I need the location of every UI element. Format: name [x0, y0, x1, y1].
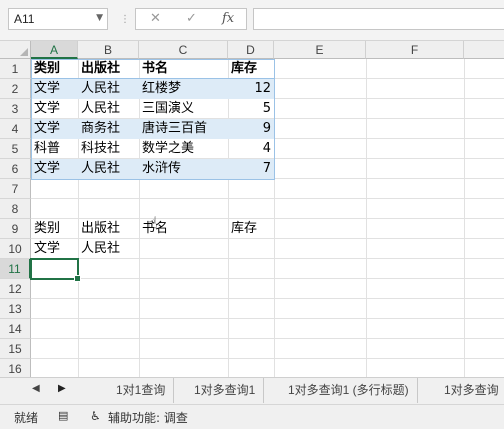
- macro-record-icon[interactable]: ▤: [58, 409, 68, 422]
- table-cell[interactable]: 人民社: [78, 159, 139, 179]
- row-header[interactable]: 11: [0, 259, 31, 279]
- row-header[interactable]: 15: [0, 339, 31, 359]
- column-header-b[interactable]: B: [78, 41, 139, 59]
- sheet-tab[interactable]: 1对1查询: [108, 378, 175, 403]
- table-cell[interactable]: 唐诗三百首: [139, 119, 228, 139]
- status-bar: 就绪 ▤ ♿ 辅助功能: 调查: [0, 404, 504, 429]
- insert-function-icon[interactable]: fx: [222, 11, 234, 26]
- table-cell[interactable]: 红楼梦: [139, 79, 228, 99]
- chevron-down-icon[interactable]: ▼: [96, 13, 103, 23]
- criteria-header-cell[interactable]: 类别: [31, 219, 78, 239]
- cancel-icon[interactable]: ✕: [150, 11, 161, 26]
- drag-handle-icon[interactable]: ⋮: [120, 14, 130, 25]
- row-header[interactable]: 9: [0, 219, 31, 239]
- row-header[interactable]: 8: [0, 199, 31, 219]
- name-box[interactable]: A11 ▼: [8, 8, 108, 30]
- table-cell[interactable]: 文学: [31, 159, 78, 179]
- table-cell[interactable]: 9: [228, 119, 274, 139]
- enter-icon[interactable]: ✓: [186, 11, 197, 26]
- table-cell[interactable]: 数学之美: [139, 139, 228, 159]
- column-header-a[interactable]: A: [31, 41, 78, 59]
- accessibility-icon[interactable]: ♿: [90, 409, 101, 423]
- column-header-e[interactable]: E: [274, 41, 366, 59]
- mouse-cursor-icon: ☝: [148, 213, 158, 232]
- table-cell[interactable]: 人民社: [78, 99, 139, 119]
- table-cell[interactable]: 文学: [31, 79, 78, 99]
- row-header[interactable]: 4: [0, 119, 31, 139]
- worksheet-grid[interactable]: A B C D E F 1 2 3 4 5 6 7 8 9 10 11 12 1…: [0, 41, 504, 377]
- table-header-cell[interactable]: 库存: [228, 59, 274, 79]
- table-header-cell[interactable]: 类别: [31, 59, 78, 79]
- select-all-button[interactable]: [0, 41, 31, 59]
- formula-input[interactable]: [253, 8, 504, 30]
- row-header[interactable]: 13: [0, 299, 31, 319]
- status-ready: 就绪: [14, 411, 39, 425]
- table-header-cell[interactable]: 书名: [139, 59, 228, 79]
- row-header[interactable]: 2: [0, 79, 31, 99]
- table-cell[interactable]: 三国演义: [139, 99, 228, 119]
- column-header-f[interactable]: F: [366, 41, 464, 59]
- row-header[interactable]: 3: [0, 99, 31, 119]
- row-header[interactable]: 10: [0, 239, 31, 259]
- table-cell[interactable]: 7: [228, 159, 274, 179]
- table-cell[interactable]: 科普: [31, 139, 78, 159]
- table-header-cell[interactable]: 出版社: [78, 59, 139, 79]
- row-header[interactable]: 16: [0, 359, 31, 377]
- grid-line: [366, 59, 367, 377]
- table-cell[interactable]: 人民社: [78, 79, 139, 99]
- column-header-d[interactable]: D: [228, 41, 274, 59]
- row-header[interactable]: 5: [0, 139, 31, 159]
- table-cell[interactable]: 商务社: [78, 119, 139, 139]
- table-cell[interactable]: 科技社: [78, 139, 139, 159]
- sheet-tab[interactable]: 1对多查询1: [186, 378, 265, 403]
- row-header[interactable]: 12: [0, 279, 31, 299]
- sheet-tab[interactable]: 1对多查询1 (多行标题): [280, 378, 418, 403]
- accessibility-status[interactable]: 辅助功能: 调查: [108, 409, 188, 426]
- table-cell[interactable]: 4: [228, 139, 274, 159]
- column-header-g[interactable]: [464, 41, 504, 59]
- sheet-scroll-right-icon[interactable]: ▶: [58, 383, 66, 394]
- active-cell-selection[interactable]: [30, 258, 81, 282]
- row-header[interactable]: 7: [0, 179, 31, 199]
- row-header[interactable]: 14: [0, 319, 31, 339]
- criteria-value-cell[interactable]: 人民社: [78, 239, 139, 259]
- grid-line: [274, 59, 275, 377]
- name-box-value: A11: [14, 12, 35, 26]
- table-cell[interactable]: 文学: [31, 99, 78, 119]
- table-cell[interactable]: 12: [228, 79, 274, 99]
- sheet-tab-bar: ◀ ▶ 1对1查询 1对多查询1 1对多查询1 (多行标题) 1对多查询: [0, 377, 504, 404]
- table-cell[interactable]: 水浒传: [139, 159, 228, 179]
- formula-tools: ✕ ✓ fx: [135, 8, 247, 30]
- criteria-header-cell[interactable]: 出版社: [78, 219, 139, 239]
- grid-line: [464, 59, 465, 377]
- row-header[interactable]: 1: [0, 59, 31, 79]
- table-cell[interactable]: 文学: [31, 119, 78, 139]
- table-cell[interactable]: 5: [228, 99, 274, 119]
- formula-bar: A11 ▼ ⋮ ✕ ✓ fx: [0, 0, 504, 41]
- row-header[interactable]: 6: [0, 159, 31, 179]
- sheet-scroll-left-icon[interactable]: ◀: [32, 383, 40, 394]
- criteria-header-cell[interactable]: 库存: [228, 219, 274, 239]
- column-header-c[interactable]: C: [139, 41, 228, 59]
- sheet-tab[interactable]: 1对多查询: [436, 378, 504, 403]
- criteria-value-cell[interactable]: 文学: [31, 239, 78, 259]
